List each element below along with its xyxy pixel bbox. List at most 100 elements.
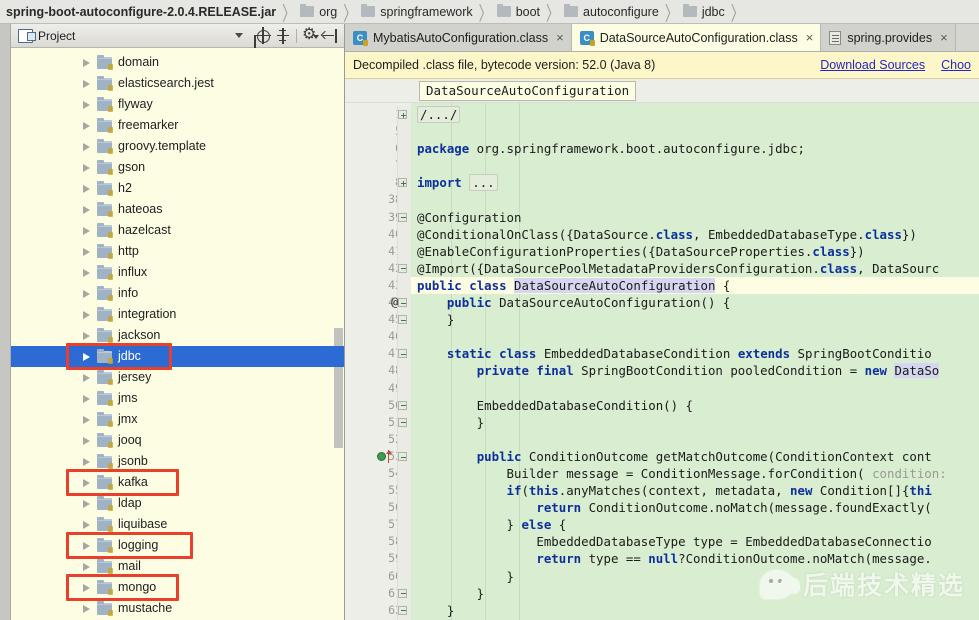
tree-item-jooq[interactable]: jooq [11, 430, 344, 451]
code-line[interactable]: /.../ [411, 106, 979, 123]
fold-toggle-icon[interactable] [398, 110, 407, 119]
expand-arrow-icon[interactable] [83, 436, 90, 445]
fold-toggle-icon[interactable] [398, 452, 407, 461]
tree-item-integration[interactable]: integration [11, 304, 344, 325]
code-line[interactable] [411, 328, 979, 345]
expand-arrow-icon[interactable] [83, 184, 90, 193]
expand-arrow-icon[interactable] [83, 268, 90, 277]
code-line[interactable] [411, 431, 979, 448]
code-line[interactable]: } [411, 602, 979, 619]
code-line[interactable]: } [411, 585, 979, 602]
project-tree[interactable]: domain elasticsearch.jest flyway freemarker… [11, 48, 344, 620]
gear-icon[interactable] [300, 25, 320, 45]
expand-arrow-icon[interactable] [83, 604, 90, 613]
hide-panel-icon[interactable] [320, 27, 340, 45]
fold-toggle-icon[interactable] [398, 298, 407, 308]
close-icon[interactable]: × [806, 31, 814, 44]
tree-item-http[interactable]: http [11, 241, 344, 262]
code-line[interactable]: static class EmbeddedDatabaseCondition e… [411, 345, 979, 362]
breadcrumb-item-autoconfigure[interactable]: autoconfigure [564, 0, 659, 24]
collapse-all-icon[interactable] [273, 27, 293, 45]
download-sources-link[interactable]: Download Sources [820, 58, 925, 72]
tree-item-hazelcast[interactable]: hazelcast [11, 220, 344, 241]
code-line[interactable]: return type == null?ConditionOutcome.noM… [411, 550, 979, 567]
tree-item-h2[interactable]: h2 [11, 178, 344, 199]
breadcrumb-item-org[interactable]: org [300, 0, 337, 24]
fold-toggle-icon[interactable] [398, 178, 407, 188]
tree-item-ldap[interactable]: ldap [11, 493, 344, 514]
tree-item-freemarker[interactable]: freemarker [11, 115, 344, 136]
expand-arrow-icon[interactable] [83, 478, 90, 487]
expand-arrow-icon[interactable] [83, 520, 90, 529]
expand-arrow-icon[interactable] [83, 310, 90, 319]
fold-toggle-icon[interactable] [398, 263, 407, 273]
code-line[interactable]: @EnableConfigurationProperties({DataSour… [411, 243, 979, 260]
code-line[interactable] [411, 191, 979, 208]
code-line[interactable]: @Import({DataSourcePoolMetadataProviders… [411, 260, 979, 277]
expand-arrow-icon[interactable] [83, 373, 90, 382]
close-icon[interactable]: × [556, 31, 564, 44]
code-line[interactable]: private final SpringBootCondition pooled… [411, 362, 979, 379]
expand-arrow-icon[interactable] [83, 541, 90, 550]
expand-arrow-icon[interactable] [83, 205, 90, 214]
code-line[interactable]: @Configuration [411, 209, 979, 226]
expand-arrow-icon[interactable] [83, 331, 90, 340]
breadcrumb-item-springframework[interactable]: springframework [361, 0, 473, 24]
fold-toggle-icon[interactable] [398, 315, 407, 325]
chevron-down-icon[interactable] [235, 33, 243, 38]
breadcrumb-item-jdbc[interactable]: jdbc [682, 0, 725, 24]
tree-item-jmx[interactable]: jmx [11, 409, 344, 430]
expand-arrow-icon[interactable] [83, 289, 90, 298]
editor-gutter[interactable]: 1567838394041424344454647484950515253545… [345, 103, 411, 620]
code-line[interactable]: public class DataSourceAutoConfiguration… [411, 276, 979, 295]
code-line[interactable] [411, 123, 979, 140]
editor-sticky-breadcrumb[interactable]: DataSourceAutoConfiguration [419, 80, 637, 101]
tree-item-jms[interactable]: jms [11, 388, 344, 409]
tree-item-jdbc[interactable]: jdbc [11, 346, 344, 367]
fold-toggle-icon[interactable] [398, 349, 407, 359]
tree-item-mongo[interactable]: mongo [11, 577, 344, 598]
scroll-from-source-icon[interactable] [253, 26, 273, 45]
tab-datasource-auto-configuration[interactable]: C DataSourceAutoConfiguration.class × [571, 24, 822, 51]
tree-item-logging[interactable]: logging [11, 535, 344, 556]
tree-item-groovy-template[interactable]: groovy.template [11, 136, 344, 157]
expand-arrow-icon[interactable] [83, 499, 90, 508]
tree-item-influx[interactable]: influx [11, 262, 344, 283]
expand-arrow-icon[interactable] [83, 142, 90, 151]
expand-arrow-icon[interactable] [83, 226, 90, 235]
expand-arrow-icon[interactable] [83, 58, 90, 67]
fold-toggle-icon[interactable] [398, 605, 407, 615]
code-line[interactable]: package org.springframework.boot.autocon… [411, 140, 979, 157]
expand-arrow-icon[interactable] [83, 415, 90, 424]
close-icon[interactable]: × [940, 31, 948, 44]
tree-item-gson[interactable]: gson [11, 157, 344, 178]
code-line[interactable]: if(this.anyMatches(context, metadata, ne… [411, 482, 979, 499]
expand-arrow-icon[interactable] [83, 583, 90, 592]
code-line[interactable]: import ... [411, 174, 979, 192]
code-line[interactable]: } [411, 568, 979, 585]
tree-item-jsonb[interactable]: jsonb [11, 451, 344, 472]
expand-arrow-icon[interactable] [83, 100, 90, 109]
fold-toggle-icon[interactable] [398, 588, 407, 598]
code-line[interactable] [411, 380, 979, 397]
code-line[interactable]: @ConditionalOnClass({DataSource.class, E… [411, 226, 979, 243]
fold-toggle-icon[interactable] [398, 212, 407, 222]
tree-item-domain[interactable]: domain [11, 52, 344, 73]
code-line[interactable]: EmbeddedDatabaseCondition() { [411, 397, 979, 414]
tree-item-flyway[interactable]: flyway [11, 94, 344, 115]
code-line[interactable]: EmbeddedDatabaseType type = EmbeddedData… [411, 533, 979, 550]
expand-arrow-icon[interactable] [83, 247, 90, 256]
code-line[interactable]: } [411, 414, 979, 431]
expand-arrow-icon[interactable] [83, 352, 90, 361]
fold-toggle-icon[interactable] [398, 417, 407, 427]
breadcrumb-item-boot[interactable]: boot [496, 0, 540, 24]
expand-arrow-icon[interactable] [83, 457, 90, 466]
tree-item-info[interactable]: info [11, 283, 344, 304]
code-line[interactable] [411, 157, 979, 174]
code-line[interactable]: return ConditionOutcome.noMatch(message.… [411, 499, 979, 516]
tree-item-mustache[interactable]: mustache [11, 598, 344, 619]
code-text[interactable]: /.../ package org.springframework.boot.au… [411, 103, 979, 620]
tab-spring-provides[interactable]: spring.provides × [821, 24, 956, 51]
expand-arrow-icon[interactable] [83, 562, 90, 571]
expand-arrow-icon[interactable] [83, 163, 90, 172]
